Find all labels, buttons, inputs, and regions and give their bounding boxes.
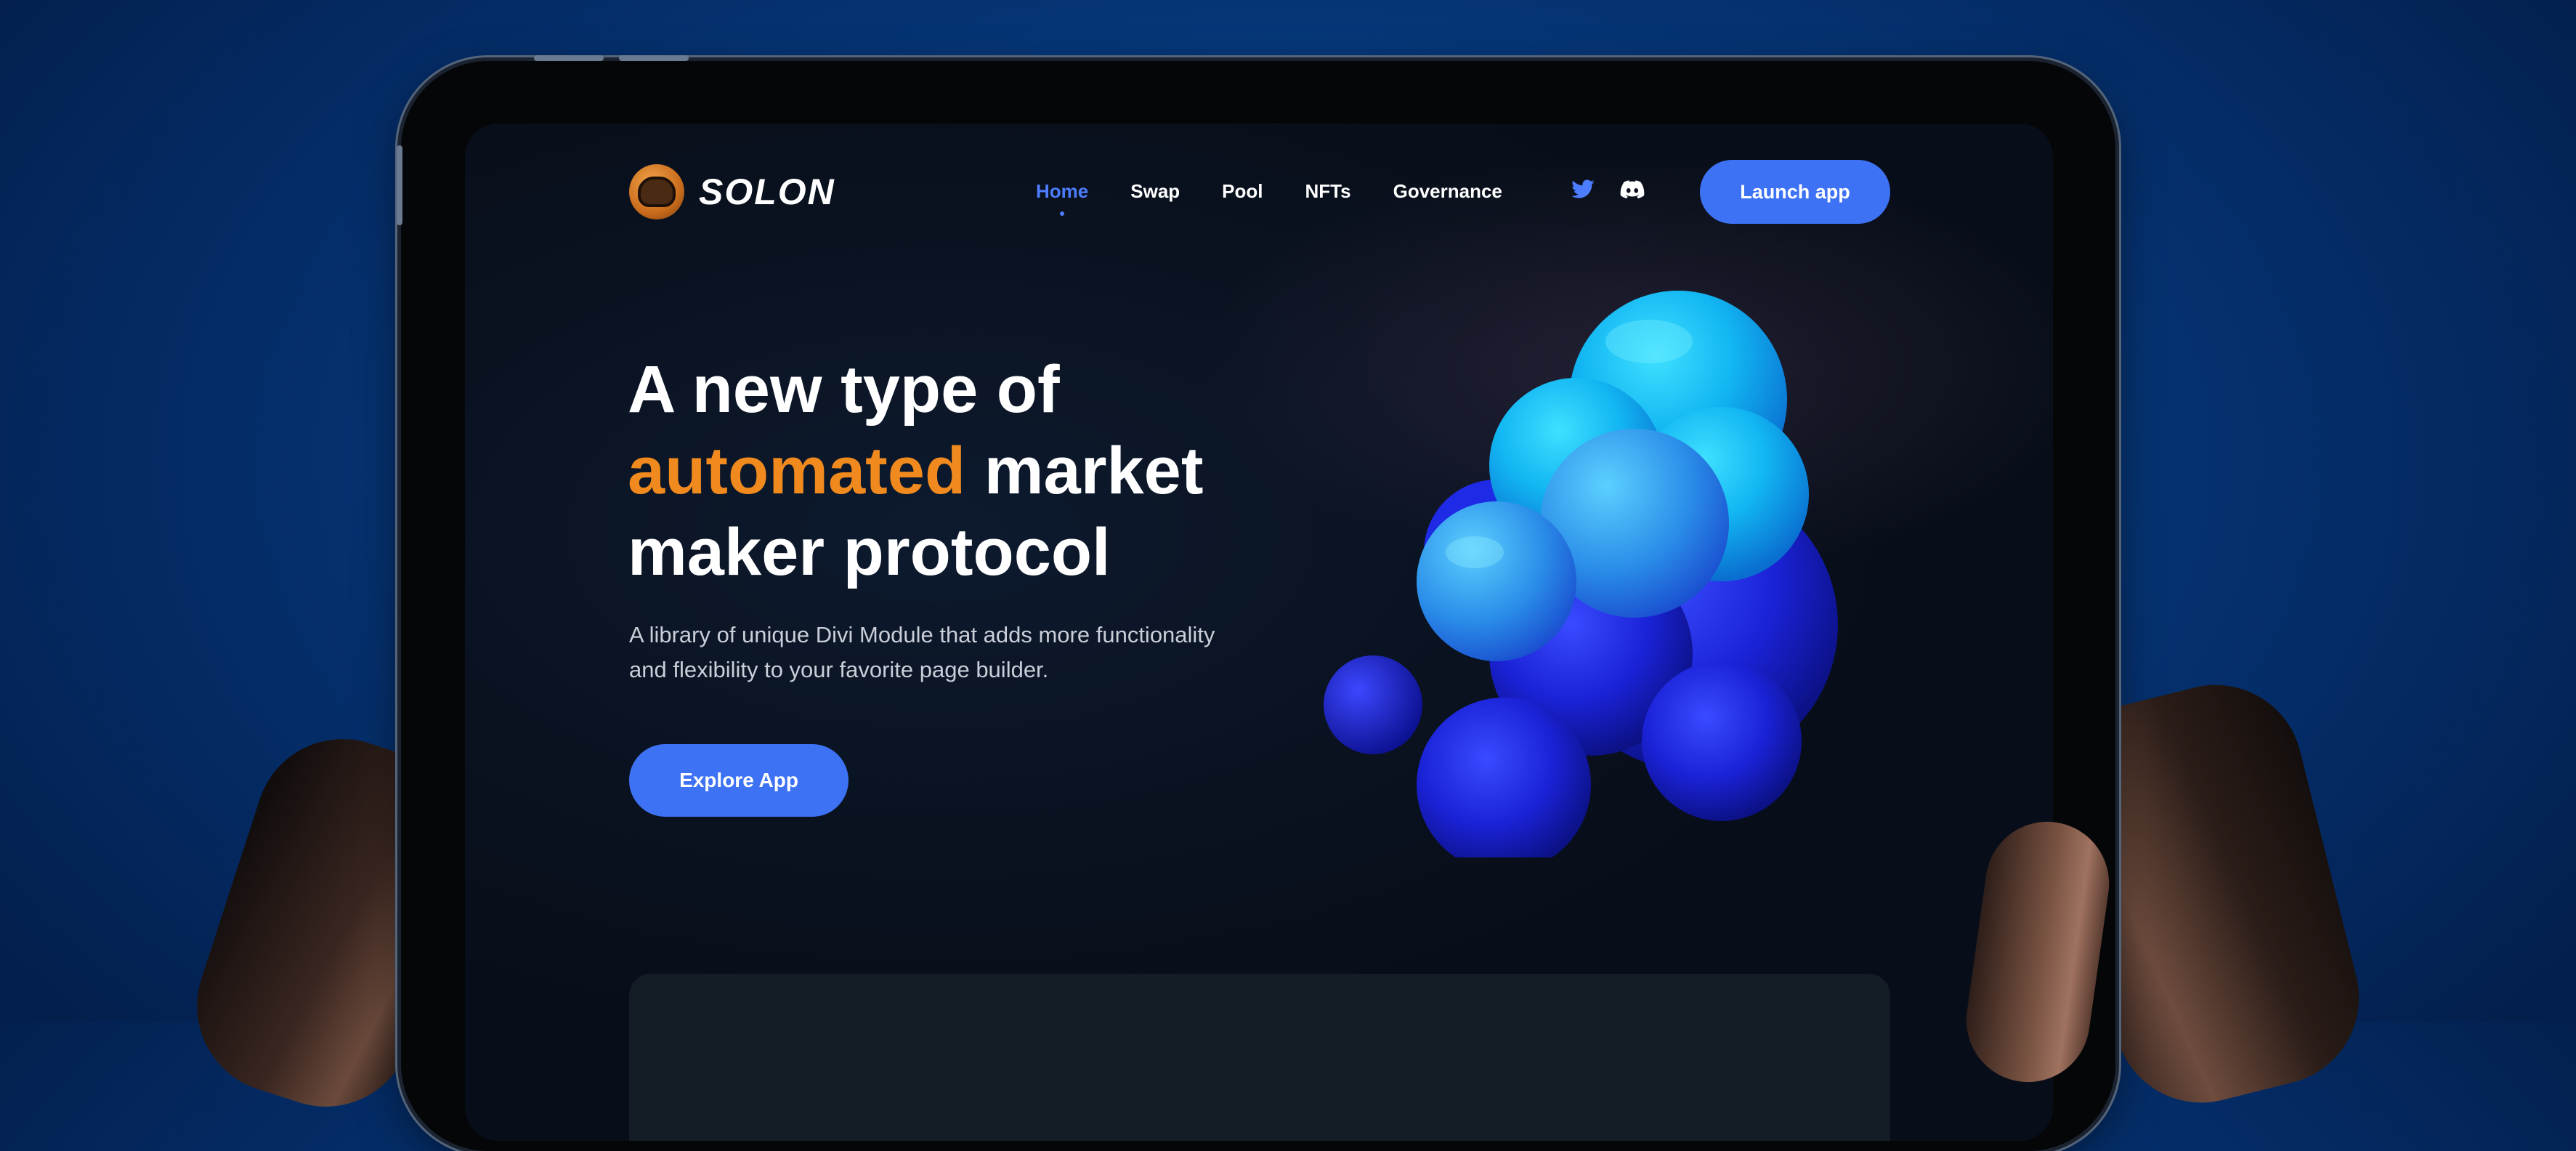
tablet-power-button [619, 55, 689, 61]
headline-part1: A new type of [628, 352, 1060, 427]
content-card [629, 974, 1890, 1141]
hero-description: A library of unique Divi Module that add… [629, 618, 1254, 687]
social-links [1569, 177, 1668, 202]
nav-item-home[interactable]: Home [1036, 180, 1089, 216]
nav-item-label: Home [1036, 180, 1089, 202]
nav-item-governance[interactable]: Governance [1393, 180, 1502, 203]
nav-item-swap[interactable]: Swap [1130, 180, 1180, 203]
blue-3d-blob-illustration [1324, 291, 1838, 857]
tablet-side-button [397, 145, 402, 225]
description-line1: A library of unique Divi Module that add… [629, 622, 1215, 647]
solon-helmet-logo-icon [629, 164, 684, 219]
tablet-volume-button [534, 55, 604, 61]
discord-icon[interactable] [1619, 177, 1646, 202]
main-nav: Home Swap Pool NFTs Governance [1036, 180, 1544, 216]
twitter-icon[interactable] [1569, 177, 1597, 202]
headline-part3: maker protocol [628, 515, 1111, 589]
active-indicator-dot [1060, 211, 1065, 216]
explore-app-button[interactable]: Explore App [629, 744, 848, 817]
launch-app-button[interactable]: Launch app [1700, 160, 1890, 224]
nav-item-pool[interactable]: Pool [1222, 180, 1263, 203]
nav-item-nfts[interactable]: NFTs [1305, 180, 1351, 203]
brand-logo[interactable]: SOLON [629, 164, 835, 219]
brand-name: SOLON [699, 171, 835, 212]
website-screen: SOLON Home Swap Pool NFTs Governance Lau… [465, 124, 2053, 1141]
headline-part2: market [984, 434, 1204, 508]
description-line2: and flexibility to your favorite page bu… [629, 657, 1049, 682]
headline-accent: automated [628, 434, 966, 508]
hero-headline: A new type of automated market maker pro… [628, 349, 1281, 593]
